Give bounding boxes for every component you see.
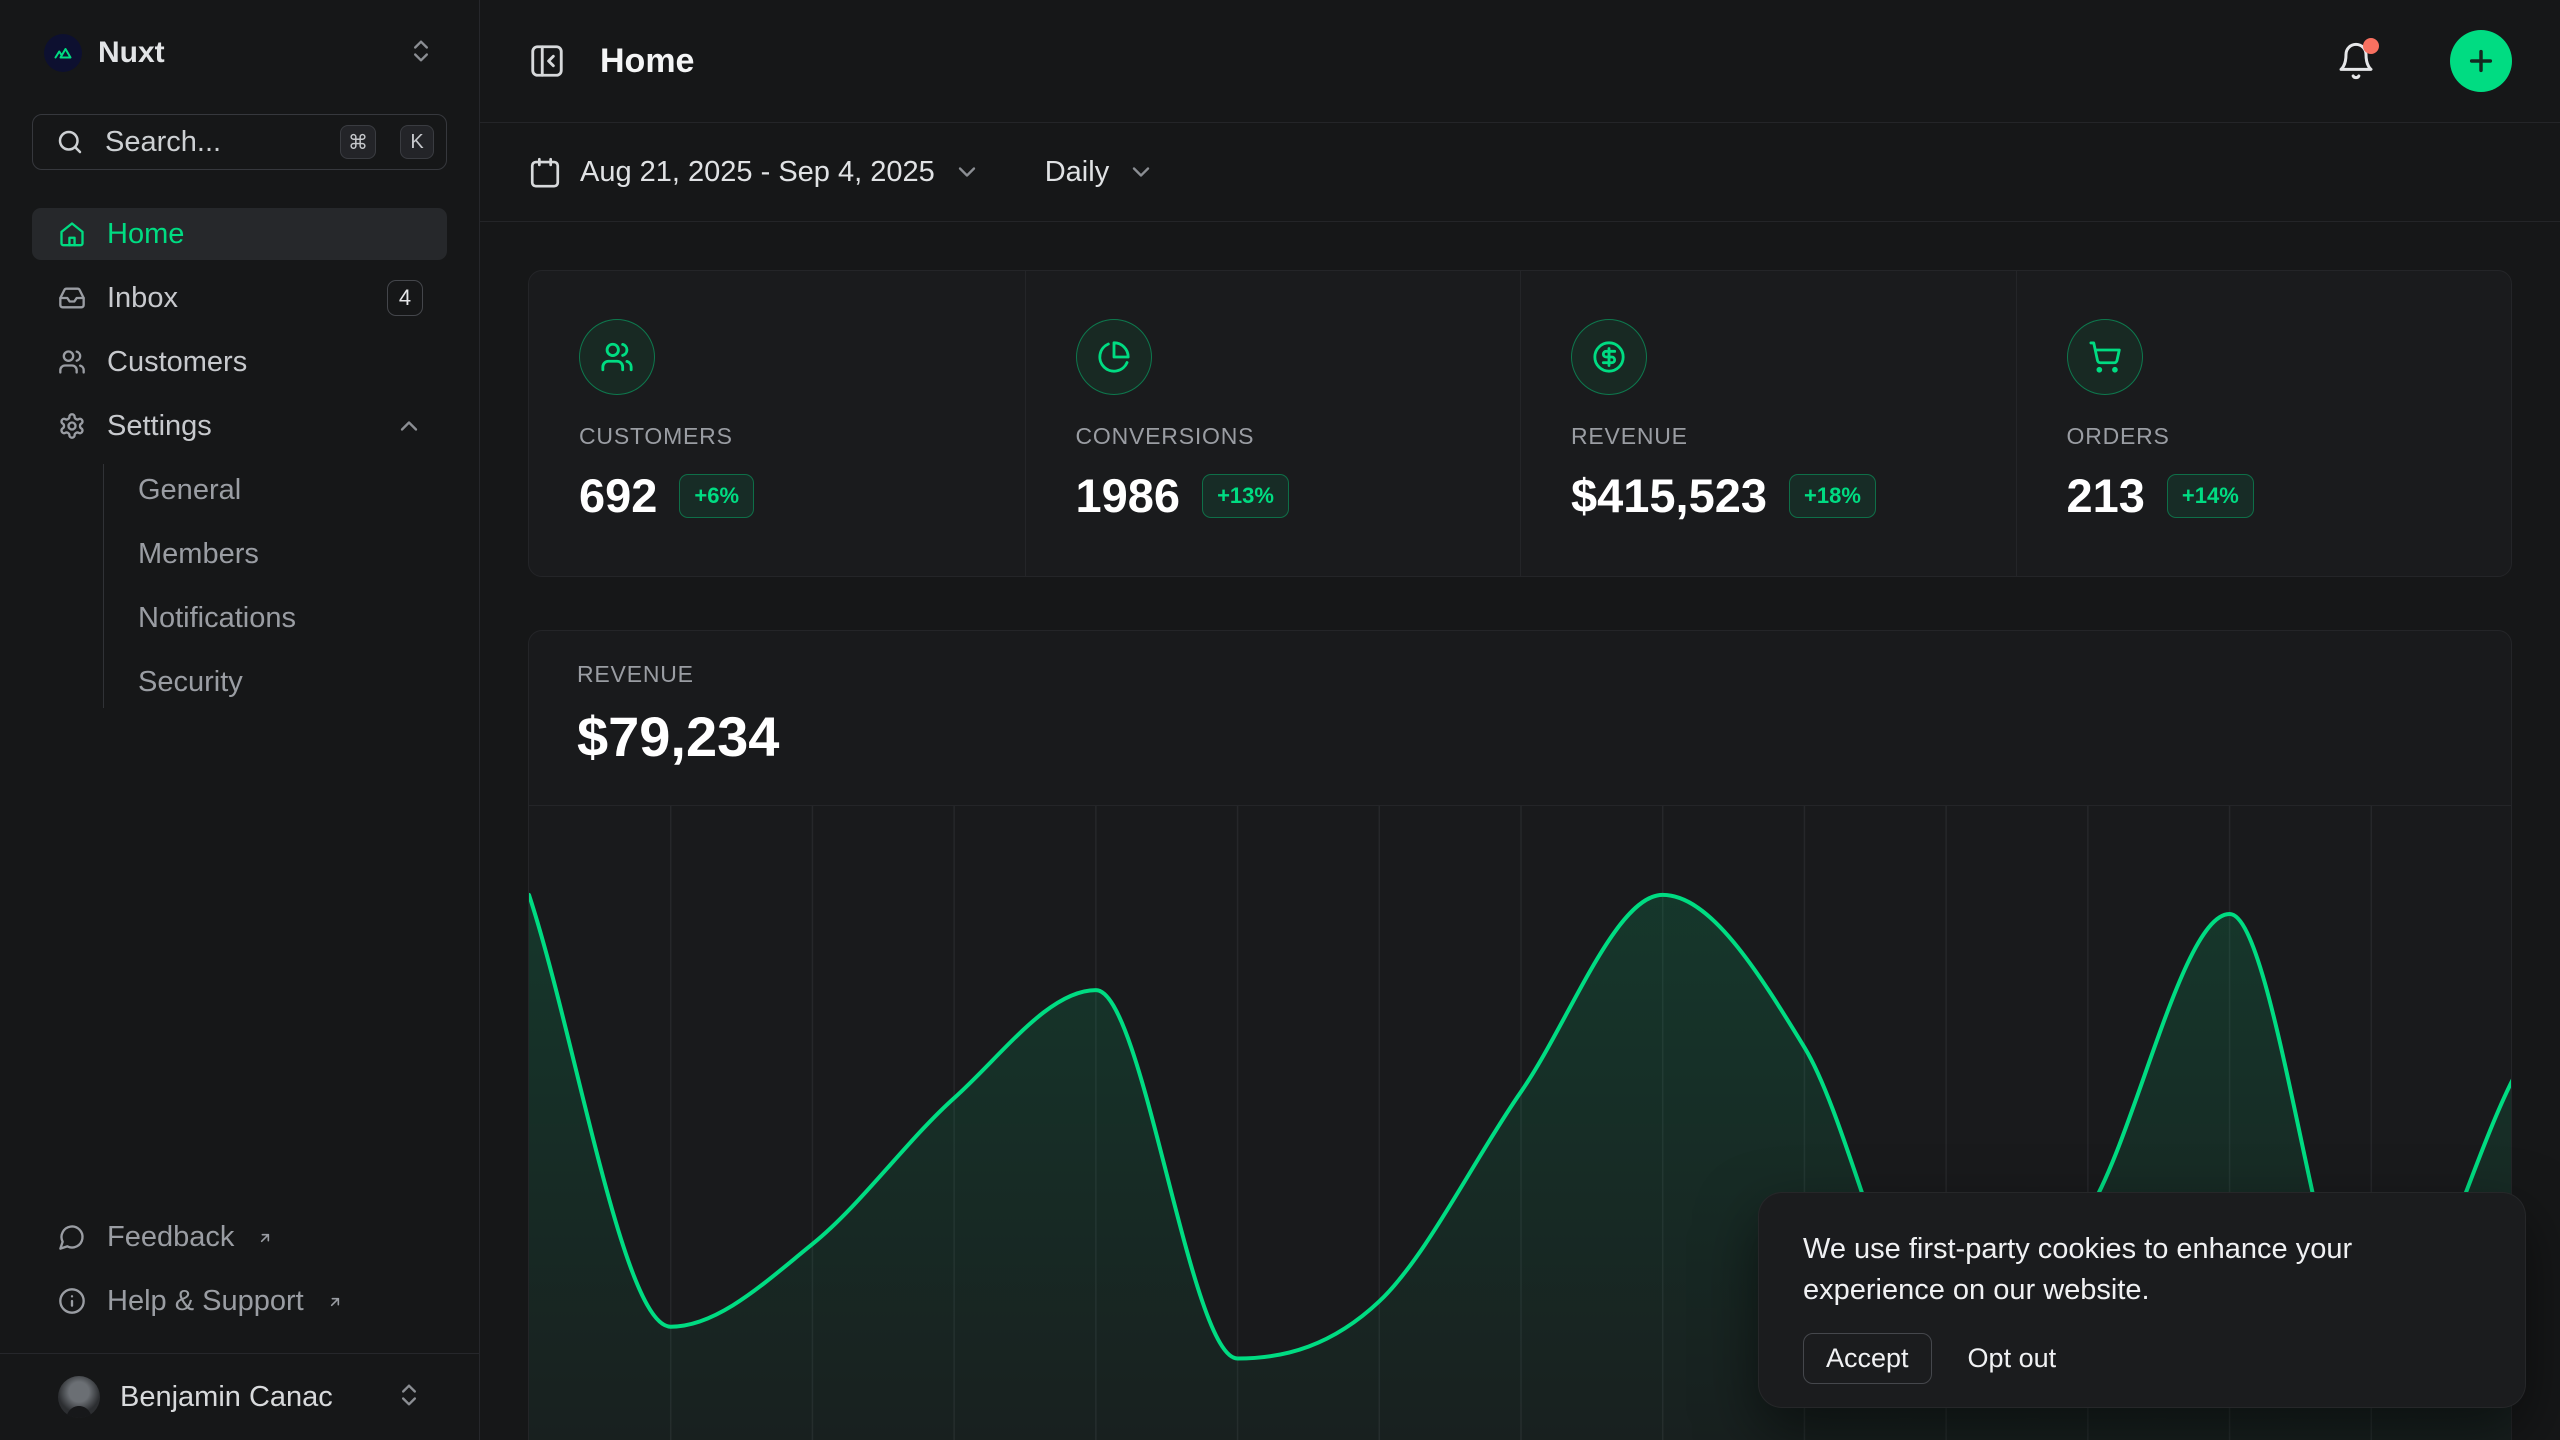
stat-value: 692: [579, 468, 657, 523]
team-selector[interactable]: Nuxt: [32, 26, 447, 80]
search-placeholder: Search...: [105, 126, 316, 159]
pie-chart-icon: [1076, 319, 1152, 395]
stat-delta-badge: +13%: [1202, 474, 1289, 518]
circle-dollar-icon: [1571, 319, 1647, 395]
sidebar-item-security[interactable]: Security: [138, 656, 447, 708]
optout-cookies-button[interactable]: Opt out: [1968, 1334, 2057, 1383]
chevrons-up-down-icon: [407, 37, 435, 70]
home-icon: [58, 220, 86, 248]
revenue-chart-header: REVENUE $79,234: [529, 631, 2511, 769]
cookie-banner: We use first-party cookies to enhance yo…: [1758, 1192, 2526, 1408]
sidebar-item-notifications[interactable]: Notifications: [138, 592, 447, 644]
sidebar-item-home[interactable]: Home: [32, 208, 447, 260]
help-support-label: Help & Support: [107, 1285, 304, 1318]
shopping-cart-icon: [2067, 319, 2143, 395]
user-menu[interactable]: Benjamin Canac: [0, 1354, 479, 1440]
sidebar-item-customers[interactable]: Customers: [32, 336, 447, 388]
stat-customers: CUSTOMERS 692 +6%: [529, 271, 1025, 576]
stat-conversions: CONVERSIONS 1986 +13%: [1025, 271, 1521, 576]
sidebar-item-settings[interactable]: Settings: [32, 400, 447, 452]
sidebar-item-label: Home: [107, 218, 184, 251]
external-link-icon: [327, 1285, 343, 1318]
feedback-label: Feedback: [107, 1221, 234, 1254]
calendar-icon: [528, 155, 562, 189]
users-icon: [579, 319, 655, 395]
top-header: Home: [480, 0, 2560, 123]
sidebar-item-general[interactable]: General: [138, 464, 447, 516]
granularity-label: Daily: [1045, 156, 1109, 189]
stat-label: ORDERS: [2067, 423, 2462, 450]
help-support-link[interactable]: Help & Support: [32, 1275, 447, 1327]
sidebar-item-label: Notifications: [138, 602, 296, 635]
sidebar: Nuxt Search... ⌘ K Home: [0, 0, 480, 1440]
team-name: Nuxt: [98, 36, 391, 70]
user-name: Benjamin Canac: [120, 1381, 375, 1414]
avatar: [58, 1376, 100, 1418]
date-range-picker[interactable]: Aug 21, 2025 - Sep 4, 2025: [528, 155, 981, 189]
kbd-cmd: ⌘: [340, 125, 376, 159]
stat-delta-badge: +18%: [1789, 474, 1876, 518]
accept-cookies-button[interactable]: Accept: [1803, 1333, 1932, 1384]
filter-bar: Aug 21, 2025 - Sep 4, 2025 Daily: [480, 123, 2560, 222]
sidebar-item-label: Inbox: [107, 282, 366, 315]
notifications-bell-icon[interactable]: [2336, 41, 2376, 81]
stat-value: 213: [2067, 468, 2145, 523]
cookie-message: We use first-party cookies to enhance yo…: [1803, 1229, 2433, 1311]
sidebar-item-inbox[interactable]: Inbox 4: [32, 272, 447, 324]
sidebar-item-label: Members: [138, 538, 259, 571]
feedback-link[interactable]: Feedback: [32, 1211, 447, 1263]
search-icon: [55, 127, 85, 157]
sidebar-spacer: [0, 720, 479, 1211]
info-circle-icon: [58, 1287, 86, 1315]
app-root: Nuxt Search... ⌘ K Home: [0, 0, 2560, 1440]
sidebar-item-label: Settings: [107, 410, 374, 443]
sidebar-collapse-icon[interactable]: [528, 42, 566, 80]
sidebar-item-label: Security: [138, 666, 243, 699]
stat-revenue: REVENUE $415,523 +18%: [1520, 271, 2016, 576]
notification-dot: [2363, 38, 2379, 54]
stat-label: CUSTOMERS: [579, 423, 975, 450]
sidebar-footer-links: Feedback Help & Support: [32, 1211, 447, 1339]
stat-orders: ORDERS 213 +14%: [2016, 271, 2512, 576]
kbd-k: K: [400, 125, 434, 159]
nuxt-logo-icon: [44, 34, 82, 72]
stats-row: CUSTOMERS 692 +6% CONVERSIONS 1986 +13%: [528, 270, 2512, 577]
add-button[interactable]: [2450, 30, 2512, 92]
sidebar-nav: Home Inbox 4 Customers Settings: [32, 208, 447, 720]
revenue-chart-label: REVENUE: [577, 661, 2463, 688]
message-bubble-icon: [58, 1223, 86, 1251]
settings-subnav: General Members Notifications Security: [103, 464, 447, 708]
chevron-down-icon: [953, 158, 981, 186]
chevrons-up-down-icon: [395, 1381, 423, 1414]
external-link-icon: [257, 1221, 273, 1254]
chevron-down-icon: [1127, 158, 1155, 186]
sidebar-item-label: Customers: [107, 346, 247, 379]
sidebar-item-members[interactable]: Members: [138, 528, 447, 580]
users-icon: [58, 348, 86, 376]
sidebar-item-label: General: [138, 474, 241, 507]
search-input[interactable]: Search... ⌘ K: [32, 114, 447, 170]
gear-icon: [58, 412, 86, 440]
inbox-icon: [58, 284, 86, 312]
date-range-label: Aug 21, 2025 - Sep 4, 2025: [580, 156, 935, 189]
granularity-select[interactable]: Daily: [1045, 156, 1155, 189]
stat-value: $415,523: [1571, 468, 1767, 523]
page-title: Home: [600, 42, 2302, 81]
cookie-actions: Accept Opt out: [1803, 1333, 2481, 1384]
stat-delta-badge: +14%: [2167, 474, 2254, 518]
stat-label: REVENUE: [1571, 423, 1966, 450]
inbox-count-badge: 4: [387, 280, 423, 316]
stat-label: CONVERSIONS: [1076, 423, 1471, 450]
stat-value: 1986: [1076, 468, 1181, 523]
stat-delta-badge: +6%: [679, 474, 754, 518]
chevron-up-icon: [395, 412, 423, 440]
revenue-chart-value: $79,234: [577, 704, 2463, 769]
